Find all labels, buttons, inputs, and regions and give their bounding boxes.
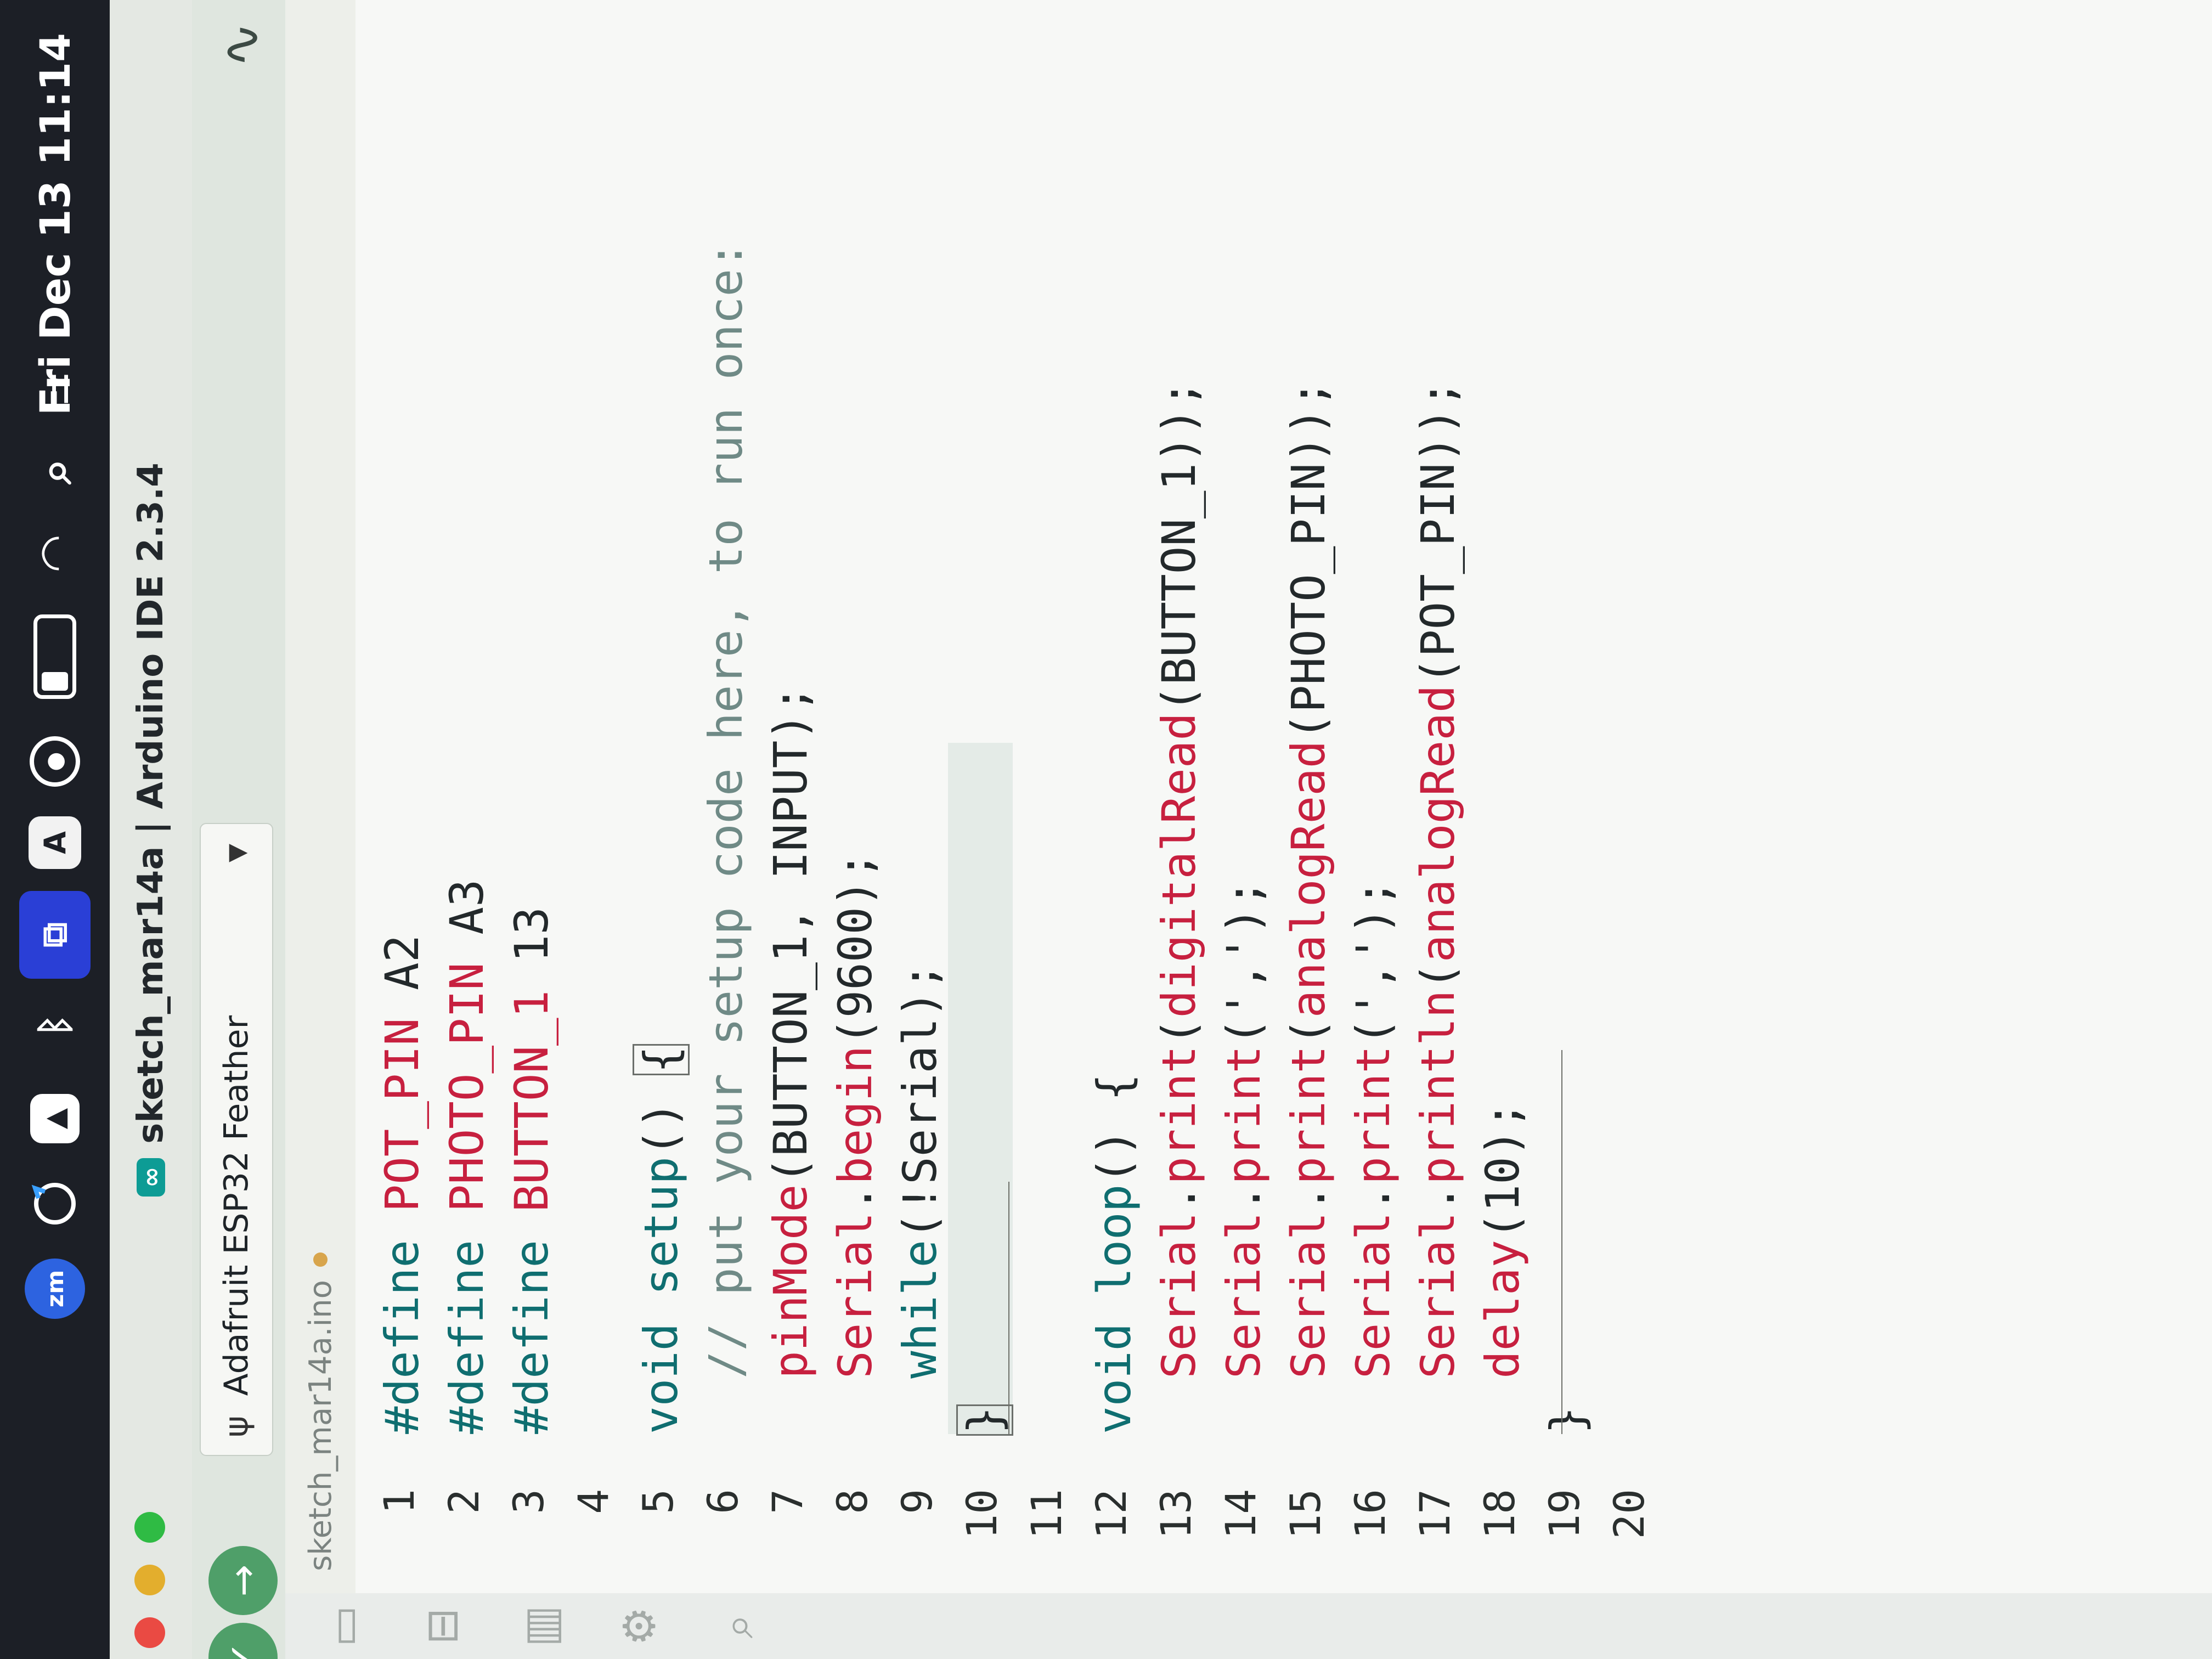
line-number: 8: [827, 1489, 877, 1514]
line-number: 4: [568, 1489, 618, 1514]
line-number: 10: [957, 1489, 1006, 1539]
line-number: 15: [1280, 1489, 1330, 1539]
line-number: 5: [633, 1489, 682, 1514]
code-line: 11: [1014, 2, 1079, 1593]
search-icon[interactable]: ⌕: [22, 441, 88, 501]
code-text: delay(10);: [1476, 1101, 1530, 1379]
drive-icon[interactable]: ▲: [22, 1094, 88, 1143]
wifi-glyph: ◠: [29, 537, 81, 571]
line-number: 2: [439, 1489, 488, 1514]
upload-button[interactable]: →: [208, 1546, 278, 1615]
keyboard-icon[interactable]: A: [22, 816, 88, 869]
code-editor[interactable]: 1 #define POT_PIN A2 2 #define PHOTO_PIN…: [356, 0, 2212, 1593]
menu-clock[interactable]: Fri Dec 13 11:14: [22, 33, 88, 415]
battery-glyph: [33, 614, 76, 699]
code-text: while(!Serial);: [893, 962, 947, 1379]
code-text: #define BUTTON_1 13: [505, 907, 558, 1434]
keyboard-badge: A: [29, 816, 81, 869]
fold-guide: [1561, 1050, 1562, 1434]
line-number: 19: [1539, 1489, 1589, 1539]
line-number: 16: [1345, 1489, 1395, 1539]
line-number: 6: [698, 1489, 747, 1514]
code-text: Serial.println(analogRead(POT_PIN));: [1411, 380, 1465, 1379]
activity-sidebar: ▭ ⊟ ▥ ⚙ ⌕: [285, 1593, 2212, 1659]
bluetooth-glyph: ᛒ: [32, 1014, 77, 1037]
user-icon[interactable]: ●: [22, 736, 88, 787]
code-text: #define POT_PIN A2: [375, 934, 429, 1434]
usb-icon: ψ: [217, 1415, 256, 1437]
window-title-text: sketch_mar14a | Arduino IDE 2.3.4: [131, 462, 171, 1144]
search-sidebar-icon[interactable]: ⌕: [691, 1593, 785, 1659]
code-text: }: [955, 1405, 1015, 1435]
debug-icon[interactable]: ⚙: [592, 1593, 686, 1659]
ide-toolbar: ✓ → ψ Adafruit ESP32 Feather ▼ ∿: [192, 0, 285, 1659]
window-title: ∞ sketch_mar14a | Arduino IDE 2.3.4: [131, 462, 171, 1197]
board-selector[interactable]: ψ Adafruit ESP32 Feather ▼: [200, 823, 273, 1456]
tab-filename: sketch_mar14a.ino: [302, 1280, 338, 1571]
line-number: 13: [1151, 1489, 1200, 1539]
editor-tabs: sketch_mar14a.ino: [285, 0, 356, 1593]
zoom-icon[interactable]: zm: [22, 1259, 88, 1319]
code-text: pinMode(BUTTON_1, INPUT);: [764, 685, 817, 1379]
code-text: Serial.print(digitalRead(BUTTON_1));: [1152, 380, 1206, 1379]
line-number: 11: [1022, 1489, 1071, 1539]
boards-manager-icon[interactable]: ⊟: [395, 1593, 488, 1659]
code-text: void loop() {: [1087, 1073, 1141, 1434]
search-glyph: ⌕: [27, 458, 82, 484]
code-text: // put your setup code here, to run once…: [699, 241, 753, 1379]
drive-glyph: ▲: [30, 1094, 80, 1143]
maximize-button[interactable]: [134, 1512, 165, 1543]
fold-guide: [1008, 1182, 1009, 1434]
tab-sketch[interactable]: sketch_mar14a.ino: [295, 1252, 346, 1571]
sketchbook-icon[interactable]: ▭: [296, 1593, 390, 1659]
sync-icon[interactable]: [22, 1176, 88, 1231]
menu-bar: zm ▲ ᛒ ⧉ A ● ◠ ⌕ ⚌ Fri Dec 13 11:14: [0, 0, 110, 1659]
code-line: 4: [561, 2, 625, 1593]
bluetooth-icon[interactable]: ᛒ: [22, 995, 88, 1056]
serial-plotter-icon[interactable]: ∿: [208, 22, 273, 68]
line-number: 9: [892, 1489, 941, 1514]
line-number: 3: [504, 1489, 553, 1514]
board-name: Adafruit ESP32 Feather: [217, 1015, 256, 1396]
wifi-icon[interactable]: ◠: [22, 523, 88, 584]
code-line: 10: [949, 2, 1014, 1593]
code-text: Serial.print(analogRead(PHOTO_PIN));: [1282, 380, 1335, 1379]
line-number: 17: [1410, 1489, 1459, 1539]
line-number: 18: [1475, 1489, 1524, 1539]
chevron-down-icon: ▼: [222, 844, 251, 862]
line-number: 12: [1086, 1489, 1136, 1539]
arduino-logo-icon: ∞: [136, 1158, 166, 1197]
line-number: 14: [1216, 1489, 1265, 1539]
line-number: 20: [1604, 1489, 1654, 1539]
line-number: 7: [763, 1489, 812, 1514]
minimize-button[interactable]: [134, 1565, 165, 1595]
screen: zm ▲ ᛒ ⧉ A ● ◠ ⌕ ⚌ Fri Dec 13 11:14 ∞ sk…: [0, 0, 2212, 1659]
line-number: 1: [374, 1489, 424, 1514]
verify-button[interactable]: ✓: [208, 1623, 278, 1659]
copy-glyph: ⧉: [19, 891, 91, 979]
code-text: #define PHOTO_PIN A3: [440, 879, 494, 1434]
code-text: Serial.begin(9600);: [828, 851, 882, 1379]
close-button[interactable]: [134, 1617, 165, 1648]
zoom-badge: zm: [25, 1259, 85, 1319]
battery-icon: [22, 614, 88, 699]
code-text: }: [1541, 1406, 1594, 1434]
code-line: 19: [1532, 2, 1596, 1593]
copy-icon[interactable]: ⧉: [19, 891, 91, 979]
code-line: 20: [1596, 2, 1661, 1593]
photo-background: zm ▲ ᛒ ⧉ A ● ◠ ⌕ ⚌ Fri Dec 13 11:14 ∞ sk…: [0, 0, 2212, 1659]
sync-glyph: [31, 1183, 76, 1224]
code-text: Serial.print(',');: [1346, 879, 1400, 1379]
library-manager-icon[interactable]: ▥: [494, 1593, 587, 1659]
user-glyph: ●: [30, 736, 80, 787]
window-titlebar: ∞ sketch_mar14a | Arduino IDE 2.3.4: [110, 0, 192, 1659]
window-controls: [134, 1512, 165, 1648]
code-text: Serial.print(',');: [1217, 879, 1271, 1379]
code-text: void setup() {: [631, 1045, 691, 1434]
unsaved-dot-icon: [313, 1252, 328, 1267]
